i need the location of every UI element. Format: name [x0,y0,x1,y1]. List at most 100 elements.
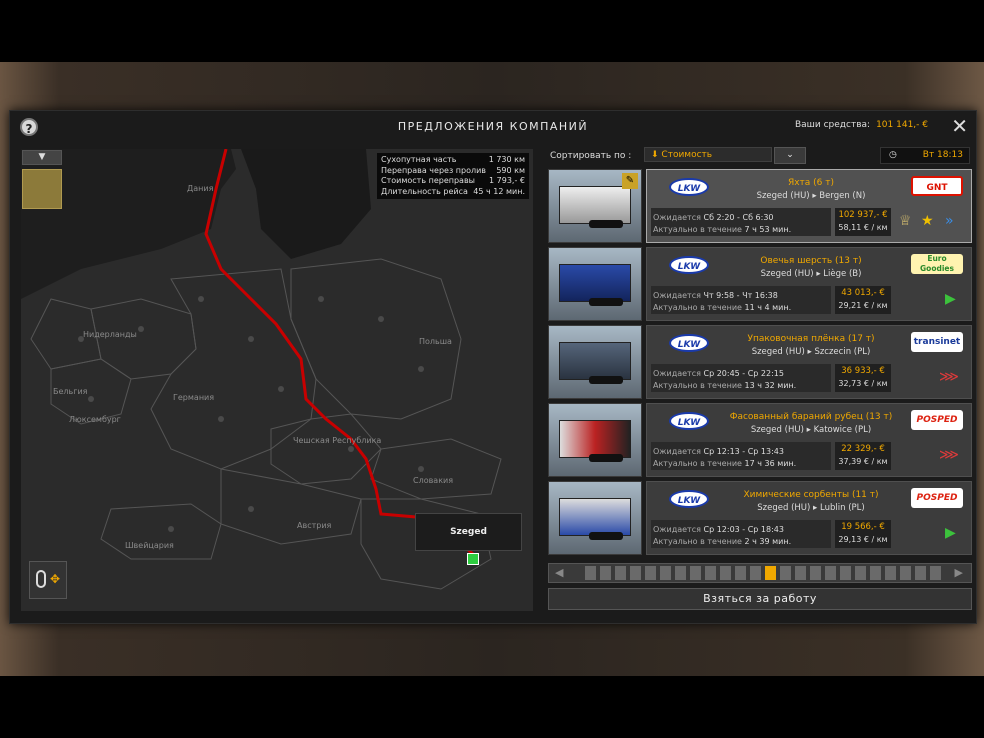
country-label: Чешская Республика [293,436,382,445]
trailer-image: ✎ [548,169,642,243]
route-info-row: Длительность рейса 45 ч 12 мин. [381,186,525,196]
client-logo: transinet [911,332,963,352]
trailer-image [548,481,642,555]
offer-price-per-km: 29,21 € / км [838,301,888,310]
country-label: Нидерланды [83,330,137,339]
cargo-name: Овечья шерсть (13 т) [760,256,862,266]
offer-price-per-km: 32,73 € / км [838,379,888,388]
cargo-name: Упаковочная плёнка (17 т) [747,334,875,344]
offer-price-per-km: 37,39 € / км [838,457,888,466]
special-cargo-icon: ✎ [622,173,638,189]
mouse-control-icon[interactable]: ✥ [29,561,67,599]
offer-wait: Ожидается Ср 12:03 - Ср 18:43 [653,525,784,534]
triple-arrow-icon[interactable]: ⋙ [939,368,959,386]
offer-card[interactable]: LKW Упаковочная плёнка (17 т) Szeged (HU… [646,325,972,399]
scroll-left-icon[interactable]: ◀ [555,566,563,579]
clock-time: Вт 18:13 [922,150,963,160]
double-arrow-icon[interactable]: » [945,212,954,230]
game-clock: ◷ Вт 18:13 [880,147,970,164]
triple-arrow-icon[interactable]: ⋙ [939,446,959,464]
letterbox-bottom [0,676,984,738]
close-icon[interactable]: ✕ [951,114,968,138]
offer-route: Szeged (HU) ▸ Szczecin (PL) [751,347,871,357]
take-job-button[interactable]: Взяться за работу [548,588,972,610]
route-map[interactable]: ▼ Сухопутная часть 1 730 км Переправа чер… [21,149,533,611]
client-logo: Euro Goodies [911,254,963,274]
route-info-panel: Сухопутная часть 1 730 км Переправа через… [377,153,529,199]
country-label: Бельгия [53,387,88,396]
map-layers-icon[interactable] [22,169,62,209]
scroll-thumb[interactable] [765,566,776,580]
client-logo: POSPED [911,410,963,430]
job-offer[interactable]: LKW Химические сорбенты (11 т) Szeged (H… [548,481,972,555]
funds-value: 101 141,- € [876,120,928,130]
offer-wait: Ожидается Чт 9:58 - Чт 16:38 [653,291,778,300]
play-icon[interactable]: ▶ [945,524,956,542]
offer-route: Szeged (HU) ▸ Lublin (PL) [757,503,865,513]
destination-flag-icon [467,553,479,565]
job-offer[interactable]: LKW Овечья шерсть (13 т) Szeged (HU) ▸ L… [548,247,972,321]
letterbox-top [0,0,984,62]
cargo-name: Яхта (6 т) [787,178,835,188]
sort-label: Сортировать по : [550,151,632,161]
country-label: Польша [419,337,452,346]
freight-market-window: ? ПРЕДЛОЖЕНИЯ КОМПАНИЙ Ваши средства: 101… [9,110,977,624]
price-box: 19 566,- € 29,13 € / км [835,520,891,548]
map-toggle-button[interactable]: ▼ [22,150,62,165]
offer-wait: Ожидается Сб 2:20 - Сб 6:30 [653,213,774,222]
offer-valid: Актуально в течение 13 ч 32 мин. [653,381,797,390]
star-icon[interactable]: ★ [921,212,934,230]
offer-valid: Актуально в течение 11 ч 4 мин. [653,303,792,312]
offer-route: Szeged (HU) ▸ Bergen (N) [756,191,866,201]
price-box: 43 013,- € 29,21 € / км [835,286,891,314]
clock-icon: ◷ [889,150,897,160]
cargo-name: Фасованный бараний рубец (13 т) [729,412,893,422]
company-logo: LKW [669,412,709,430]
job-offer[interactable]: LKW Упаковочная плёнка (17 т) Szeged (HU… [548,325,972,399]
offer-route: Szeged (HU) ▸ Liège (B) [760,269,862,279]
offer-wait: Ожидается Ср 20:45 - Ср 22:15 [653,369,784,378]
country-label: Австрия [297,521,332,530]
offer-valid: Актуально в течение 2 ч 39 мин. [653,537,792,546]
cargo-name: Химические сорбенты (11 т) [743,490,879,500]
job-offer[interactable]: LKW Фасованный бараний рубец (13 т) Szeg… [548,403,972,477]
scroll-right-icon[interactable]: ▶ [955,566,963,579]
company-logo: LKW [669,178,709,196]
job-offer[interactable]: ✎ LKW Яхта (6 т) Szeged (HU) ▸ Bergen (N… [548,169,972,243]
offer-card[interactable]: LKW Химические сорбенты (11 т) Szeged (H… [646,481,972,555]
client-logo: POSPED [911,488,963,508]
route-info-row: Переправа через пролив 590 км [381,165,525,175]
offer-wait: Ожидается Ср 12:13 - Ср 13:43 [653,447,784,456]
offer-price-per-km: 29,13 € / км [838,535,888,544]
offer-card[interactable]: LKW Яхта (6 т) Szeged (HU) ▸ Bergen (N) … [646,169,972,243]
sort-select[interactable]: ⬇ Стоимость [644,147,772,162]
trailer-image [548,325,642,399]
offer-valid: Актуально в течение 17 ч 36 мин. [653,459,797,468]
chevron-down-icon[interactable]: ⌄ [774,147,806,164]
country-label: Германия [173,393,215,402]
offer-route: Szeged (HU) ▸ Katowice (PL) [750,425,872,435]
client-logo: GNT [911,176,963,196]
price-box: 36 933,- € 32,73 € / км [835,364,891,392]
offer-price: 43 013,- € [841,288,885,298]
play-icon[interactable]: ▶ [945,290,956,308]
price-box: 22 329,- € 37,39 € / км [835,442,891,470]
trophy-icon: ♕ [899,213,912,229]
offer-price: 22 329,- € [841,444,885,454]
funds-label: Ваши средства: [794,120,871,130]
route-info-row: Сухопутная часть 1 730 км [381,155,525,164]
offer-card[interactable]: LKW Овечья шерсть (13 т) Szeged (HU) ▸ L… [646,247,972,321]
arrow-down-icon: ⬇ [651,150,659,160]
trailer-image [548,247,642,321]
offer-card[interactable]: LKW Фасованный бараний рубец (13 т) Szeg… [646,403,972,477]
offer-price: 19 566,- € [841,522,885,532]
route-info-row: Стоимость переправы 1 793,- € [381,176,525,185]
offer-price-per-km: 58,11 € / км [838,223,888,232]
country-label: Словакия [413,476,454,485]
country-label: Люксембург [69,415,121,424]
company-logo: LKW [669,256,709,274]
offer-price: 102 937,- € [838,210,888,220]
offers-scrollbar[interactable]: ◀ ▶ [548,563,972,583]
sort-value: Стоимость [661,150,713,160]
offer-valid: Актуально в течение 7 ч 53 мин. [653,225,792,234]
